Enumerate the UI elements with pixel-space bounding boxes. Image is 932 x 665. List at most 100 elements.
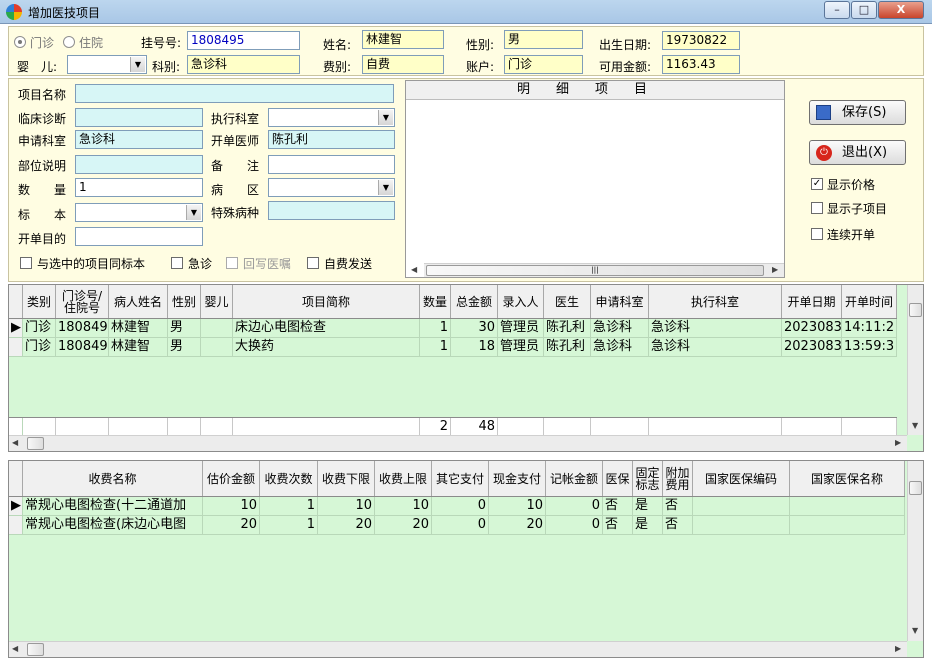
purpose-input[interactable]	[75, 227, 203, 246]
column-header[interactable]: 附加费用	[663, 461, 693, 496]
remark-input[interactable]	[268, 155, 395, 174]
column-header[interactable]: 其它支付	[432, 461, 489, 496]
scroll-left-icon[interactable]: ◀	[12, 644, 18, 653]
column-header[interactable]: 病人姓名	[109, 285, 168, 318]
fee-vscrollbar[interactable]: ▼	[907, 461, 923, 641]
scroll-right-icon[interactable]: ▶	[895, 644, 901, 653]
column-header[interactable]: 开单日期	[782, 285, 842, 318]
row-indicator-icon[interactable]	[9, 516, 23, 534]
account-field[interactable]: 门诊	[504, 55, 583, 74]
column-header[interactable]: 执行科室	[649, 285, 782, 318]
sex-field[interactable]: 男	[504, 30, 583, 49]
same-specimen-checkbox[interactable]	[20, 257, 32, 269]
ward-select[interactable]: ▼	[268, 178, 395, 197]
row-indicator-icon[interactable]: ▶	[9, 319, 23, 337]
orders-hscroll-thumb[interactable]	[27, 437, 44, 450]
scroll-left-icon[interactable]: ◀	[12, 438, 18, 447]
orders-grid[interactable]: 类别 门诊号/住院号 病人姓名 性别 婴儿 项目简称 数量 总金额 录入人 医生 申请科室 执行科室开…	[8, 284, 924, 452]
name-field[interactable]: 林建智	[362, 30, 444, 49]
chevron-down-icon[interactable]: ▼	[378, 110, 393, 125]
scroll-left-icon[interactable]: ◀	[411, 265, 417, 274]
special-input[interactable]	[268, 201, 395, 220]
maximize-button[interactable]: □	[851, 1, 877, 19]
scroll-down-icon[interactable]: ▼	[912, 626, 918, 635]
chevron-down-icon[interactable]: ▼	[378, 180, 393, 195]
detail-items-list[interactable]: 明细项目 ◀ ||| ▶	[405, 80, 785, 278]
show-sub-checkbox[interactable]	[811, 202, 823, 214]
row-indicator-icon[interactable]	[9, 338, 23, 356]
exec-dept-select[interactable]: ▼	[268, 108, 395, 127]
dept-field[interactable]: 急诊科	[187, 55, 300, 74]
scroll-right-icon[interactable]: ▶	[895, 438, 901, 447]
fee-hscrollbar[interactable]: ◀ ▶	[9, 641, 907, 657]
column-header[interactable]: 类别	[23, 285, 56, 318]
fee-vscroll-thumb[interactable]	[909, 481, 922, 495]
column-header[interactable]: 国家医保编码	[693, 461, 790, 496]
column-header[interactable]: 申请科室	[591, 285, 649, 318]
specimen-select[interactable]: ▼	[75, 203, 203, 222]
column-header[interactable]: 性别	[168, 285, 201, 318]
orders-vscroll-thumb[interactable]	[909, 303, 922, 317]
balance-field[interactable]: 1163.43	[662, 55, 740, 74]
table-row[interactable]: ▶门诊1808495林建智男床边心电图检查130管理员陈孔利急诊科急诊科2023…	[9, 319, 897, 338]
diagnosis-input[interactable]	[75, 108, 203, 127]
scroll-down-icon[interactable]: ▼	[912, 421, 918, 430]
infant-select[interactable]: ▼	[67, 55, 147, 74]
orders-hscrollbar[interactable]: ◀ ▶	[9, 435, 907, 451]
writeback-checkbox[interactable]	[226, 257, 238, 269]
chevron-down-icon[interactable]: ▼	[130, 57, 145, 72]
column-header[interactable]: 婴儿	[201, 285, 233, 318]
birth-field[interactable]: 19730822	[662, 31, 740, 50]
column-header[interactable]: 估价金额	[203, 461, 260, 496]
reg-no-field[interactable]: 1808495	[187, 31, 300, 50]
scroll-right-icon[interactable]: ▶	[772, 265, 778, 274]
column-header[interactable]: 总金额	[451, 285, 498, 318]
selfpay-checkbox[interactable]	[307, 257, 319, 269]
column-header[interactable]: 国家医保名称	[790, 461, 905, 496]
column-header[interactable]: 记帐金额	[546, 461, 603, 496]
item-name-input[interactable]	[75, 84, 394, 103]
emergency-checkbox[interactable]	[171, 257, 183, 269]
column-header[interactable]: 项目简称	[233, 285, 420, 318]
table-cell: 20	[318, 516, 375, 534]
chevron-down-icon[interactable]: ▼	[186, 205, 201, 220]
column-header[interactable]: 收费次数	[260, 461, 318, 496]
orders-vscrollbar[interactable]: ▼	[907, 285, 923, 435]
total-cell	[544, 418, 591, 435]
qty-input[interactable]: 1	[75, 178, 203, 197]
radio-inpatient[interactable]	[63, 36, 75, 48]
column-header[interactable]: 医生	[544, 285, 591, 318]
column-header[interactable]: 数量	[420, 285, 451, 318]
column-header[interactable]: 医保	[603, 461, 633, 496]
column-header[interactable]: 收费名称	[23, 461, 203, 496]
column-header[interactable]: 开单时间	[842, 285, 897, 318]
doctor-input[interactable]: 陈孔利	[268, 130, 395, 149]
table-row[interactable]: ▶ 常规心电图检查(十二通道加 10 1 10 10 0 10 0 否是否	[9, 497, 905, 516]
table-row[interactable]: 门诊1808495林建智男大换药118管理员陈孔利急诊科急诊科202308301…	[9, 338, 897, 357]
detail-scroll-thumb[interactable]: |||	[426, 265, 764, 276]
orders-grid-header: 类别 门诊号/住院号 病人姓名 性别 婴儿 项目简称 数量 总金额 录入人 医生 申请科室 执行科室开…	[9, 285, 897, 319]
table-cell: 否	[663, 516, 693, 534]
floppy-disk-icon	[816, 105, 831, 120]
radio-outpatient[interactable]	[14, 36, 26, 48]
show-price-checkbox[interactable]: ✓	[811, 178, 823, 190]
table-row[interactable]: 常规心电图检查(床边心电图 20 1 20 20 0 20 0 否是否	[9, 516, 905, 535]
column-header[interactable]: 现金支付	[489, 461, 546, 496]
close-button[interactable]: X	[878, 1, 924, 19]
fee-grid[interactable]: 收费名称 估价金额 收费次数 收费下限 收费上限 其它支付 现金支付 记帐金额 医保 固定标志 附加…	[8, 460, 924, 658]
fee-hscroll-thumb[interactable]	[27, 643, 44, 656]
column-header[interactable]: 收费上限	[375, 461, 432, 496]
site-input[interactable]	[75, 155, 203, 174]
fee-type-field[interactable]: 自费	[362, 55, 444, 74]
column-header[interactable]: 门诊号/住院号	[56, 285, 109, 318]
detail-hscrollbar[interactable]: ||| ▶	[424, 263, 784, 277]
row-indicator-icon[interactable]: ▶	[9, 497, 23, 515]
column-header[interactable]: 固定标志	[633, 461, 663, 496]
continuous-checkbox[interactable]	[811, 228, 823, 240]
save-button[interactable]: 保存(S)	[809, 100, 906, 125]
minimize-button[interactable]: –	[824, 1, 850, 19]
exit-button[interactable]: ⏻ 退出(X)	[809, 140, 906, 165]
column-header[interactable]: 录入人	[498, 285, 544, 318]
apply-dept-input[interactable]: 急诊科	[75, 130, 203, 149]
column-header[interactable]: 收费下限	[318, 461, 375, 496]
